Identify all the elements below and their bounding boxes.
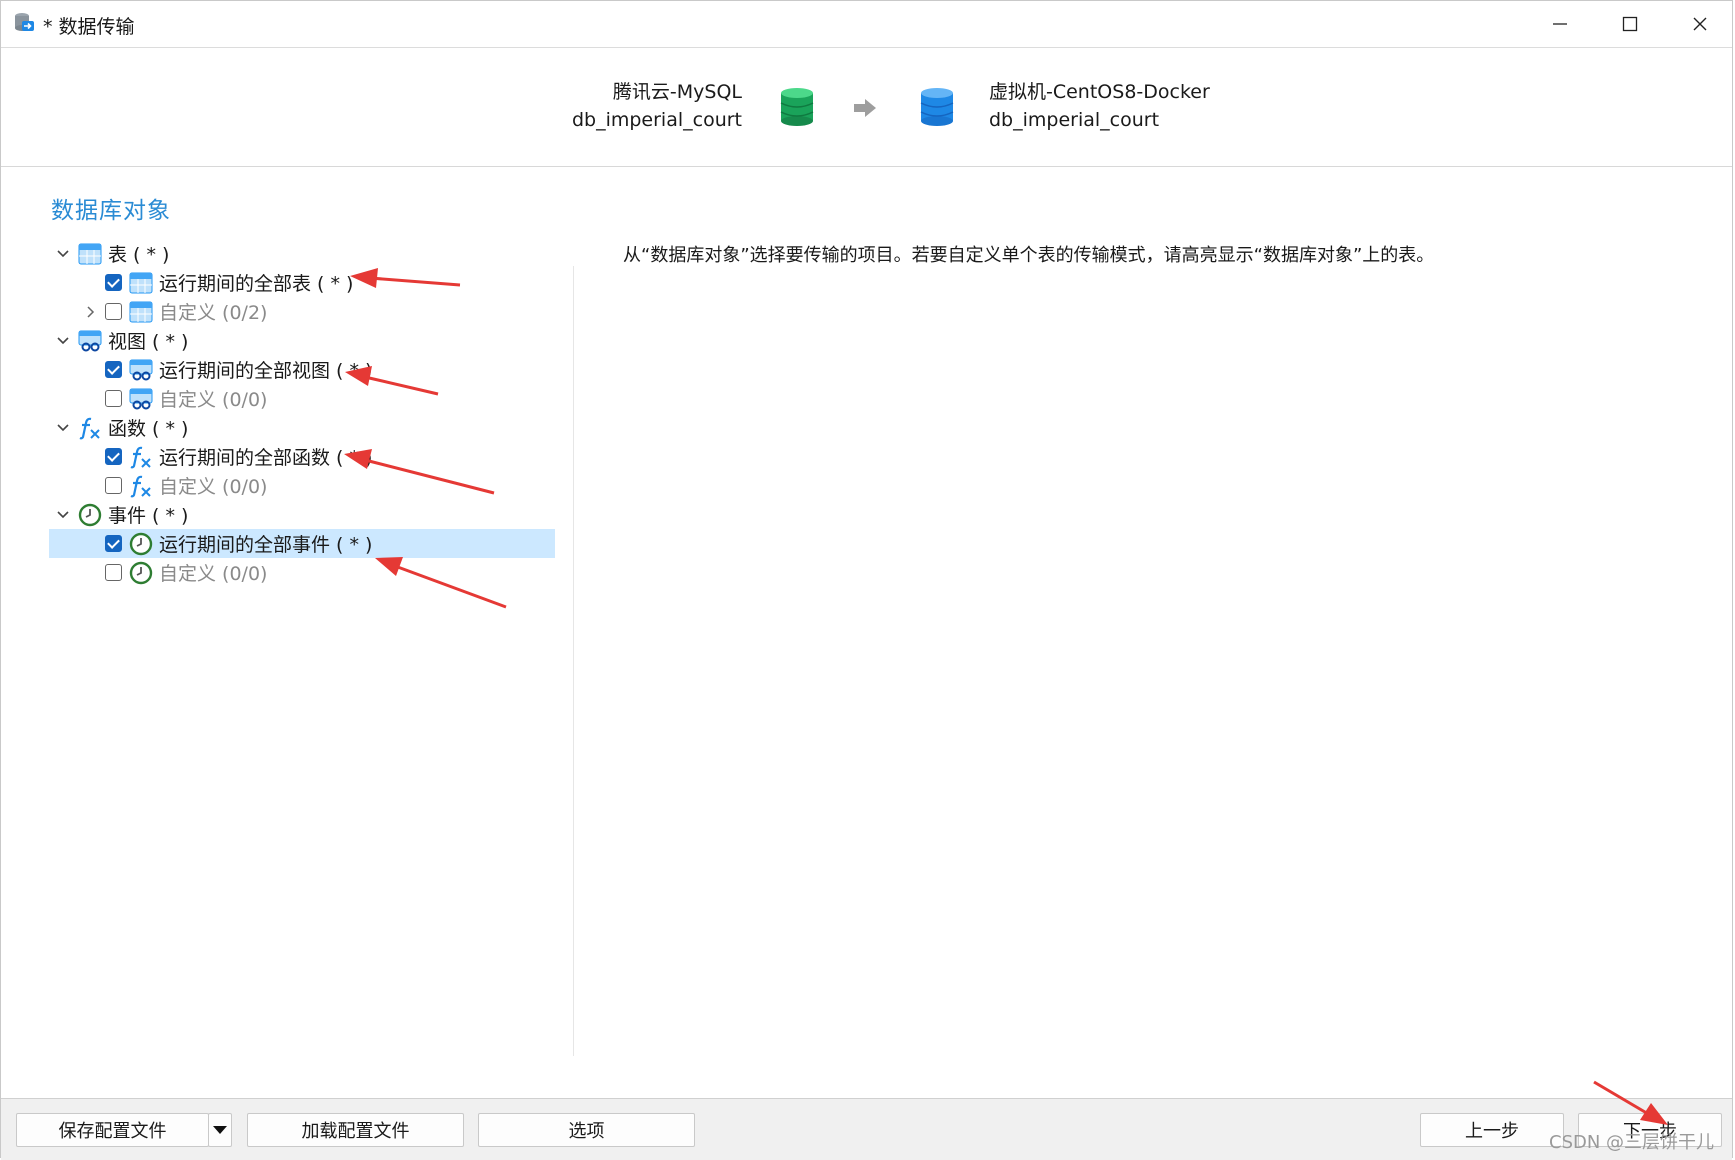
view-icon bbox=[128, 387, 154, 411]
all-functions-checkbox[interactable] bbox=[105, 448, 122, 465]
tree-item-all-events[interactable]: 运行期间的全部事件 ( * ) bbox=[49, 529, 555, 558]
chevron-down-icon[interactable] bbox=[49, 500, 77, 529]
tree-item-label: 运行期间的全部表 ( * ) bbox=[159, 273, 354, 295]
object-tree[interactable]: 表 ( * ) 运行期间的全部表 ( * ) 自定义 (0/2) 视图 (* … bbox=[49, 239, 555, 587]
load-config-button[interactable]: 加载配置文件 bbox=[247, 1113, 464, 1147]
tree-item-all-views[interactable]: 运行期间的全部视图 ( * ) bbox=[49, 355, 555, 384]
window-title: * 数据传输 bbox=[43, 16, 135, 38]
tree-node-label: 视图 ( * ) bbox=[108, 331, 189, 353]
prev-button[interactable]: 上一步 bbox=[1420, 1113, 1564, 1147]
save-config-dropdown[interactable] bbox=[208, 1113, 232, 1147]
description-text: 从“数据库对象”选择要传输的项目。若要自定义单个表的传输模式，请高亮显示“数据库… bbox=[623, 245, 1435, 266]
source-database: db_imperial_court bbox=[571, 109, 742, 131]
transfer-arrow-icon bbox=[853, 98, 877, 122]
tree-item-all-functions[interactable]: 运行期间的全部函数 ( * ) bbox=[49, 442, 555, 471]
tree-item-label: 自定义 (0/0) bbox=[159, 389, 268, 411]
custom-tables-checkbox[interactable] bbox=[105, 303, 122, 320]
custom-events-checkbox[interactable] bbox=[105, 564, 122, 581]
clock-icon bbox=[128, 561, 154, 585]
target-connection: 虚拟机-CentOS8-Docker bbox=[989, 81, 1210, 103]
tree-item-label: 自定义 (0/0) bbox=[159, 476, 268, 498]
tree-item-custom-views[interactable]: 自定义 (0/0) bbox=[49, 384, 555, 413]
target-info: 虚拟机-CentOS8-Docker db_imperial_court bbox=[989, 78, 1210, 134]
tree-item-custom-tables[interactable]: 自定义 (0/2) bbox=[49, 297, 555, 326]
custom-functions-checkbox[interactable] bbox=[105, 477, 122, 494]
tree-item-custom-functions[interactable]: 自定义 (0/0) bbox=[49, 471, 555, 500]
options-button[interactable]: 选项 bbox=[478, 1113, 695, 1147]
transfer-header: 腾讯云-MySQL db_imperial_court 虚拟机-CentOS8-… bbox=[1, 48, 1732, 167]
tree-item-label: 自定义 (0/0) bbox=[159, 563, 268, 585]
clock-icon bbox=[77, 503, 103, 527]
source-info: 腾讯云-MySQL db_imperial_court bbox=[572, 78, 742, 134]
save-config-button[interactable]: 保存配置文件 bbox=[16, 1113, 209, 1147]
tree-node-label: 事件 ( * ) bbox=[108, 505, 189, 527]
source-database-icon bbox=[780, 88, 814, 130]
all-events-checkbox[interactable] bbox=[105, 535, 122, 552]
caret-down-icon bbox=[213, 1126, 227, 1134]
all-views-checkbox[interactable] bbox=[105, 361, 122, 378]
custom-views-checkbox[interactable] bbox=[105, 390, 122, 407]
db-transfer-icon bbox=[13, 11, 35, 33]
section-title: 数据库对象 bbox=[51, 198, 171, 224]
tree-item-all-tables[interactable]: 运行期间的全部表 ( * ) bbox=[49, 268, 555, 297]
source-connection: 腾讯云-MySQL bbox=[612, 81, 742, 103]
function-icon bbox=[128, 445, 154, 469]
bottom-bar: 保存配置文件 加载配置文件 选项 上一步 下一步 bbox=[1, 1098, 1732, 1160]
close-button[interactable] bbox=[1665, 1, 1735, 47]
tree-item-label: 运行期间的全部事件 ( * ) bbox=[159, 534, 373, 556]
table-icon bbox=[128, 300, 154, 324]
clock-icon bbox=[128, 532, 154, 556]
all-tables-checkbox[interactable] bbox=[105, 274, 122, 291]
tree-item-label: 运行期间的全部视图 ( * ) bbox=[159, 360, 373, 382]
minimize-button[interactable] bbox=[1525, 1, 1595, 47]
target-database: db_imperial_court bbox=[989, 109, 1160, 131]
view-icon bbox=[128, 358, 154, 382]
watermark: CSDN @三层饼干儿 bbox=[1549, 1132, 1715, 1153]
chevron-down-icon[interactable] bbox=[49, 239, 77, 268]
target-database-icon bbox=[920, 88, 954, 130]
function-icon bbox=[77, 416, 103, 440]
tree-node-views[interactable]: 视图 ( * ) bbox=[49, 326, 555, 355]
table-icon bbox=[77, 242, 103, 266]
tree-node-label: 函数 ( * ) bbox=[108, 418, 189, 440]
panel-divider[interactable] bbox=[573, 266, 574, 1056]
view-icon bbox=[77, 329, 103, 353]
maximize-button[interactable] bbox=[1595, 1, 1665, 47]
tree-node-tables[interactable]: 表 ( * ) bbox=[49, 239, 555, 268]
tree-node-events[interactable]: 事件 ( * ) bbox=[49, 500, 555, 529]
tree-node-label: 表 ( * ) bbox=[108, 244, 170, 266]
chevron-right-icon[interactable] bbox=[77, 297, 105, 326]
tree-item-label: 自定义 (0/2) bbox=[159, 302, 268, 324]
title-bar: * 数据传输 bbox=[1, 1, 1732, 48]
tree-node-functions[interactable]: 函数 ( * ) bbox=[49, 413, 555, 442]
chevron-down-icon[interactable] bbox=[49, 413, 77, 442]
table-icon bbox=[128, 271, 154, 295]
function-icon bbox=[128, 474, 154, 498]
tree-item-label: 运行期间的全部函数 ( * ) bbox=[159, 447, 373, 469]
chevron-down-icon[interactable] bbox=[49, 326, 77, 355]
tree-item-custom-events[interactable]: 自定义 (0/0) bbox=[49, 558, 555, 587]
data-transfer-window: * 数据传输 腾讯云-MySQL db_imperial_court 虚拟机-C… bbox=[0, 0, 1733, 1160]
